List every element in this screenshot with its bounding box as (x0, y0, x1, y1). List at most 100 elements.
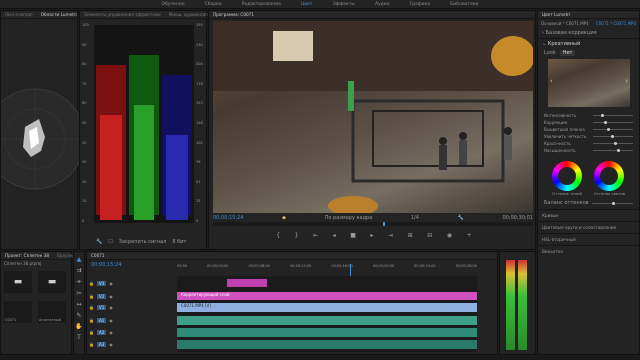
settings-icon[interactable]: 🔧 (458, 215, 464, 221)
shadow-tint-wheel[interactable] (552, 161, 582, 191)
razor-icon[interactable]: ✂ (76, 290, 81, 297)
clip-a3[interactable] (177, 340, 477, 349)
clip-a2[interactable] (177, 328, 477, 337)
track-name[interactable]: V1 (96, 305, 107, 310)
extract-icon[interactable]: ⊟ (427, 233, 432, 239)
monitor-playhead[interactable] (383, 222, 385, 226)
mute-icon[interactable]: ◉ (109, 342, 113, 347)
tab-lumetri-color[interactable]: Цвет Lumetri (542, 12, 570, 17)
highlight-tint-wheel[interactable] (593, 161, 624, 191)
project-item-adjustment[interactable]: Агрегатный (38, 301, 66, 323)
track-select-icon[interactable]: ⇉ (76, 267, 81, 274)
mute-icon[interactable]: ◉ (109, 318, 113, 323)
workspace-tab[interactable]: Сборка (205, 2, 222, 7)
clamp-checkbox[interactable]: ☐ (108, 239, 112, 245)
mark-out-icon[interactable]: } (295, 233, 299, 239)
clip-adjustment-layer[interactable]: Корректирующий слой (177, 292, 477, 300)
lock-icon[interactable]: 🔒 (89, 342, 94, 347)
lumetri-param-slider[interactable] (593, 142, 633, 145)
lumetri-param-slider[interactable] (593, 149, 633, 152)
track-name[interactable]: V2 (96, 294, 107, 299)
lumetri-source[interactable]: Основной * C0071.MP4 (541, 21, 589, 26)
lumetri-section[interactable]: Кривые (538, 209, 639, 221)
ruler-tick-label: 00;00;04;00 (207, 264, 229, 268)
go-to-in-icon[interactable]: ⇤ (313, 233, 318, 239)
hand-tool-icon[interactable]: ✋ (75, 323, 82, 330)
export-frame-icon[interactable]: ◉ (447, 233, 452, 239)
shadow-tint-wheel-wrap: Оттенок теней (552, 161, 582, 197)
lumetri-param-row: Насыщенность (544, 148, 633, 153)
lumetri-section[interactable]: HSL-вторичный (538, 233, 639, 245)
workspace-tab[interactable]: Аудио (375, 2, 390, 7)
tab-sequence[interactable]: C0071 (91, 253, 105, 258)
tint-balance-slider[interactable] (591, 201, 633, 205)
step-back-icon[interactable]: ◂ (333, 233, 336, 239)
lock-icon[interactable]: 🔒 (89, 330, 94, 335)
lumetri-seq[interactable]: C0071 * C0071.MP4 (596, 21, 636, 26)
timeline-timecode[interactable]: 00;00;15;24 (91, 262, 122, 268)
lock-icon[interactable]: 🔒 (89, 318, 94, 323)
type-tool-icon[interactable]: T (77, 334, 81, 341)
lumetri-section[interactable]: Виньетка (538, 245, 639, 257)
lumetri-section[interactable]: Цветовые круги и сопоставление (538, 221, 639, 233)
wrench-icon[interactable]: 🔧 (96, 239, 102, 245)
ripple-edit-icon[interactable]: ⟛ (76, 278, 81, 286)
lumetri-param-label: Коррекция (544, 120, 567, 125)
add-button-icon[interactable]: + (467, 233, 472, 239)
section-creative[interactable]: ⌄ Креативный (538, 39, 639, 49)
chevron-right-preview-icon[interactable]: › (625, 77, 628, 85)
eye-icon[interactable]: ◉ (109, 294, 113, 299)
workspace-tab[interactable]: Обучение (162, 2, 185, 7)
lumetri-param-slider[interactable] (593, 128, 633, 131)
workspace-tab[interactable]: Графика (409, 2, 430, 7)
tab-audio-mixer[interactable]: Микш. аудиоклип (169, 12, 208, 17)
track-name[interactable]: A2 (96, 330, 107, 335)
slip-tool-icon[interactable]: ↔ (76, 301, 81, 308)
tab-no-clips[interactable]: (без клипов) (5, 12, 33, 17)
selection-tool-icon[interactable]: ▲ (77, 256, 82, 263)
tab-lumetri-scopes[interactable]: Области Lumetri (41, 12, 77, 17)
lock-icon[interactable]: 🔒 (89, 294, 94, 299)
workspace-tab[interactable]: Цвет (301, 2, 313, 7)
pen-tool-icon[interactable]: ✎ (76, 312, 81, 319)
monitor-timecode[interactable]: 00;00;15;24 (213, 215, 244, 221)
clip-a1[interactable] (177, 316, 477, 325)
section-basic[interactable]: › Базовая коррекция (538, 28, 639, 39)
eye-icon[interactable]: ◉ (109, 281, 113, 286)
look-select[interactable]: Нет (559, 50, 576, 56)
zoom-select[interactable]: По размеру кадра (325, 215, 373, 221)
folder-icon[interactable]: ▬ (38, 271, 66, 293)
track-name[interactable]: A1 (96, 318, 107, 323)
project-item-c0071[interactable]: C0071 (4, 301, 32, 323)
go-to-out-icon[interactable]: ⇥ (388, 233, 393, 239)
mute-icon[interactable]: ◉ (109, 330, 113, 335)
clip-v1[interactable]: C0071.MP4 [V] (177, 303, 477, 312)
lock-icon[interactable]: 🔒 (89, 305, 94, 310)
lock-icon[interactable]: 🔒 (89, 281, 94, 286)
track-name[interactable]: V3 (96, 281, 107, 286)
tab-project[interactable]: Проект: Сплетен 38 (5, 253, 49, 258)
lumetri-param-slider[interactable] (593, 121, 633, 124)
timeline-ruler[interactable]: 00;00 00;00;04;00 00;00;08;00 00;00;12;00 00… (177, 264, 477, 272)
workspace-tab[interactable]: Библиотеки (450, 2, 478, 7)
program-monitor-panel: Программа: C0071 00;00;15;24 ◆ По размер… (208, 10, 536, 250)
mark-in-icon[interactable]: { (276, 233, 280, 239)
lumetri-param-slider[interactable] (593, 135, 633, 138)
chevron-left-icon[interactable]: ‹ (550, 77, 553, 85)
monitor-scrubber[interactable] (213, 222, 533, 226)
clip-v3[interactable] (227, 279, 267, 287)
play-icon[interactable]: ■ (350, 233, 356, 239)
marker-icon[interactable]: ◆ (282, 215, 286, 221)
tab-program-monitor[interactable]: Программа: C0071 (213, 12, 254, 17)
track-name[interactable]: A3 (96, 342, 107, 347)
tab-effect-controls[interactable]: Элементы управления эффектами (84, 12, 161, 17)
lumetri-param-slider[interactable] (593, 114, 633, 117)
folder-icon[interactable]: ▬ (4, 271, 32, 293)
workspace-tab[interactable]: Редактирование (242, 2, 281, 7)
lift-icon[interactable]: ⊞ (408, 233, 413, 239)
bit-depth-select[interactable]: 8 бит (172, 239, 186, 245)
eye-icon[interactable]: ◉ (109, 305, 113, 310)
step-forward-icon[interactable]: ▸ (370, 233, 373, 239)
workspace-tab[interactable]: Эффекты (332, 2, 355, 7)
resolution-fraction[interactable]: 1/4 (411, 215, 419, 221)
